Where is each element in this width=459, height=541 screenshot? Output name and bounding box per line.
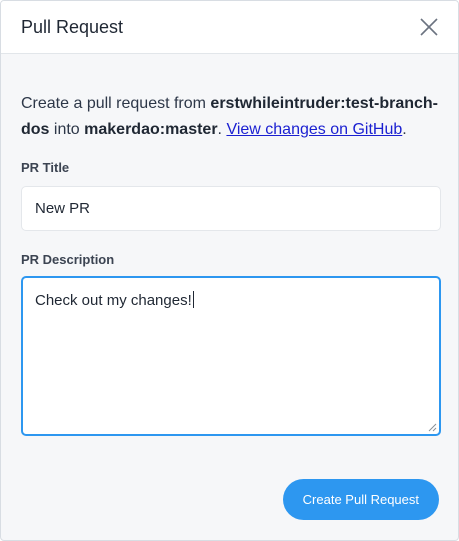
intro-end: .: [402, 121, 407, 138]
dialog-footer: Create Pull Request: [282, 479, 439, 520]
resize-handle-icon[interactable]: [428, 423, 437, 432]
pr-description-text: Check out my changes!: [35, 292, 192, 309]
intro-prefix: Create a pull request from: [21, 95, 211, 112]
pr-title-input[interactable]: New PR: [21, 186, 441, 231]
pr-description-textarea[interactable]: Check out my changes!: [21, 276, 441, 436]
view-changes-link[interactable]: View changes on GitHub: [226, 121, 402, 138]
pr-description-label: PR Description: [21, 252, 115, 267]
text-cursor: [192, 291, 194, 308]
dialog-header: Pull Request: [1, 1, 458, 54]
close-button[interactable]: [418, 16, 440, 38]
target-branch: makerdao:master: [84, 121, 218, 138]
dialog-title: Pull Request: [21, 16, 124, 37]
close-icon: [420, 18, 438, 36]
pull-request-dialog: Pull Request Create a pull request from …: [0, 0, 459, 541]
create-pull-request-button[interactable]: Create Pull Request: [282, 479, 439, 520]
dialog-body: Create a pull request from erstwhileintr…: [1, 91, 458, 436]
pr-title-label: PR Title: [21, 160, 70, 175]
intro-text: Create a pull request from erstwhileintr…: [21, 91, 439, 143]
intro-middle: into: [49, 121, 85, 138]
